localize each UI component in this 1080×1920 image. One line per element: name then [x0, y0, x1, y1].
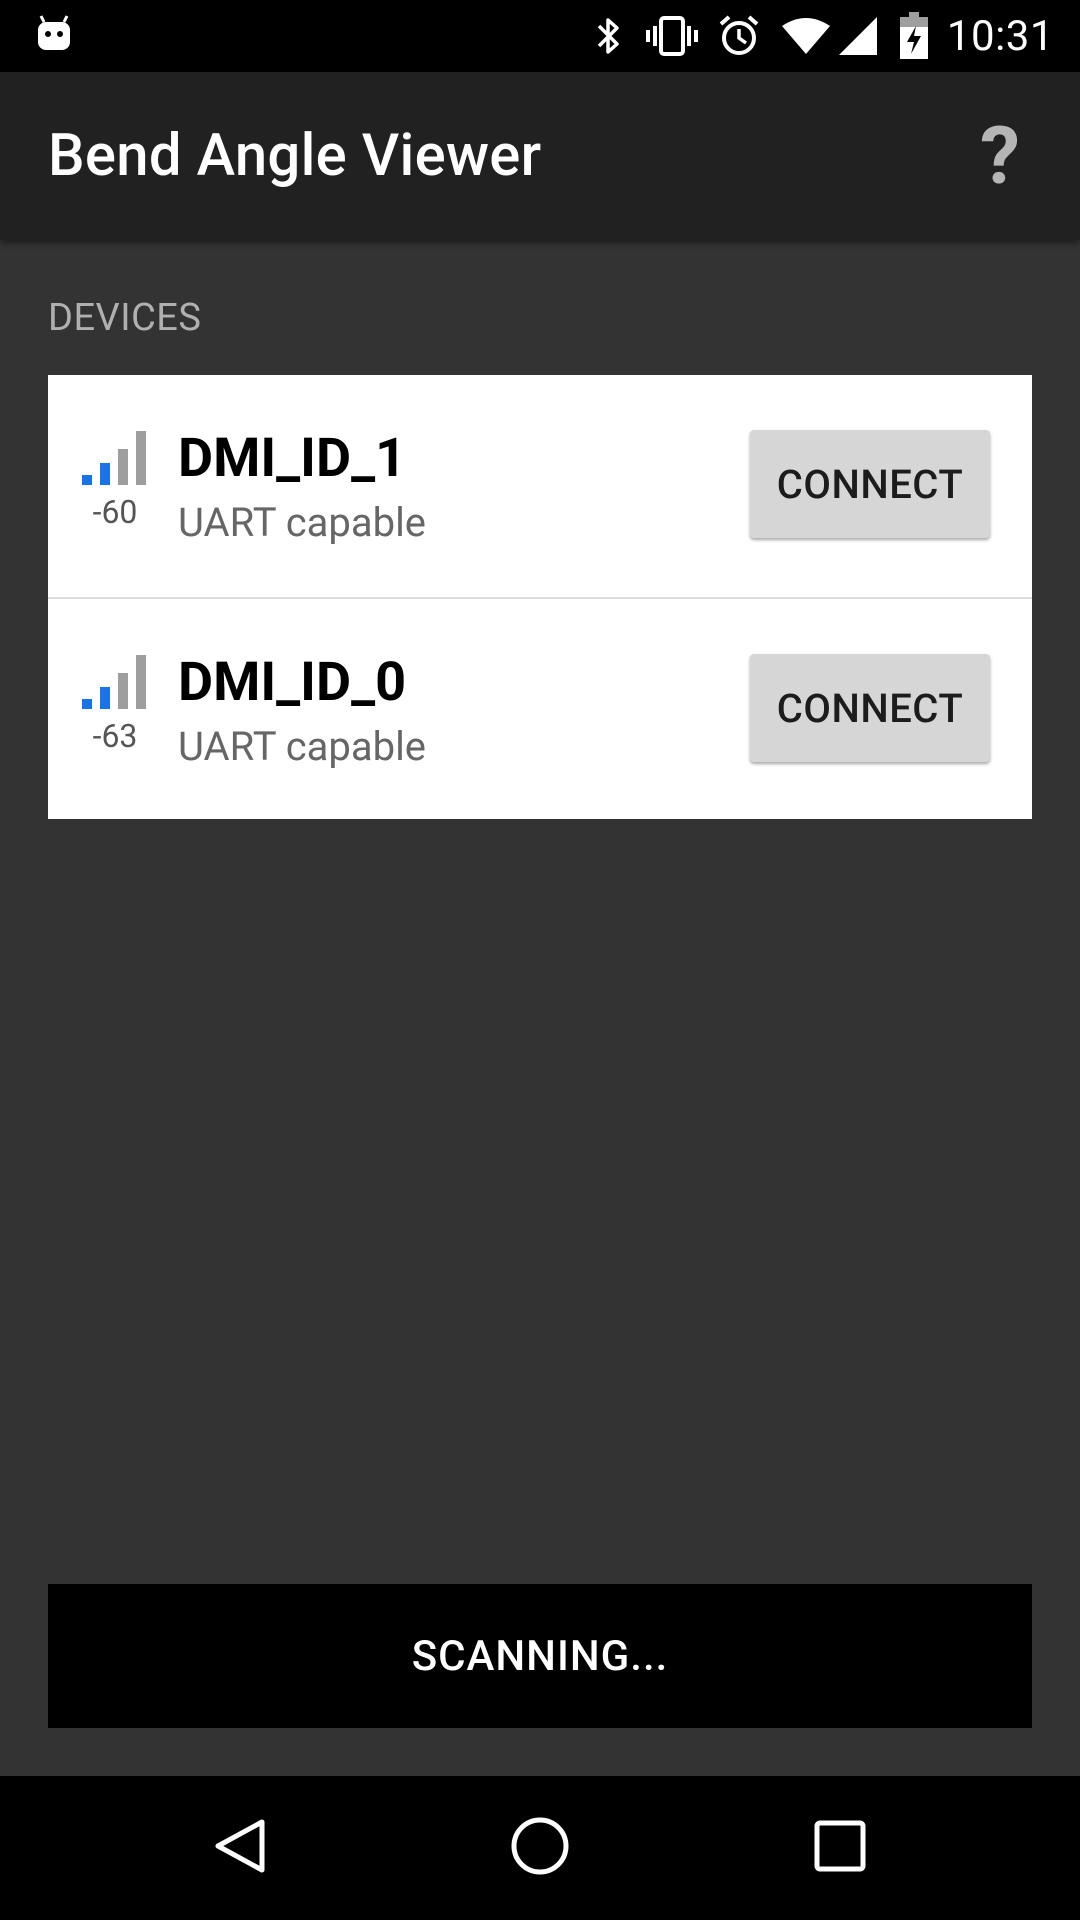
vibrate-icon: [645, 14, 699, 58]
navigation-bar: [0, 1776, 1080, 1920]
rssi-value: -63: [92, 717, 138, 755]
device-name: DMI_ID_1: [178, 427, 407, 490]
signal-strength-icon: [78, 653, 152, 711]
status-bar: 10:31: [0, 0, 1080, 72]
android-notification-icon: [34, 14, 74, 54]
device-capability: UART capable: [178, 499, 427, 546]
recents-button[interactable]: [804, 1812, 876, 1884]
rssi-indicator: -60: [78, 429, 152, 531]
alarm-icon: [717, 14, 761, 58]
back-button[interactable]: [204, 1812, 276, 1884]
device-row[interactable]: -63 DMI_ID_0 UART capable CONNECT: [48, 597, 1032, 819]
connect-button[interactable]: CONNECT: [750, 430, 990, 538]
help-button[interactable]: ?: [960, 109, 1040, 203]
home-button[interactable]: [504, 1812, 576, 1884]
connect-button[interactable]: CONNECT: [750, 654, 990, 762]
status-time: 10:31: [946, 11, 1054, 61]
back-icon: [210, 1816, 270, 1880]
device-capability: UART capable: [178, 723, 427, 770]
rssi-indicator: -63: [78, 653, 152, 755]
battery-charging-icon: [899, 12, 929, 60]
rssi-value: -60: [92, 493, 138, 531]
bluetooth-icon: [595, 14, 623, 58]
device-row[interactable]: -60 DMI_ID_1 UART capable CONNECT: [48, 375, 1032, 597]
signal-strength-icon: [78, 429, 152, 487]
app-bar: Bend Angle Viewer ?: [0, 72, 1080, 240]
devices-section-label: DEVICES: [48, 296, 202, 340]
app-title: Bend Angle Viewer: [48, 122, 542, 190]
device-list: -60 DMI_ID_1 UART capable CONNECT -63 DM…: [48, 375, 1032, 819]
help-icon: ?: [980, 109, 1020, 203]
recents-icon: [813, 1819, 867, 1877]
scan-button[interactable]: SCANNING...: [48, 1584, 1032, 1728]
cell-signal-icon: [837, 15, 879, 57]
home-icon: [509, 1815, 571, 1881]
wifi-icon: [781, 16, 831, 56]
device-name: DMI_ID_0: [178, 651, 407, 714]
